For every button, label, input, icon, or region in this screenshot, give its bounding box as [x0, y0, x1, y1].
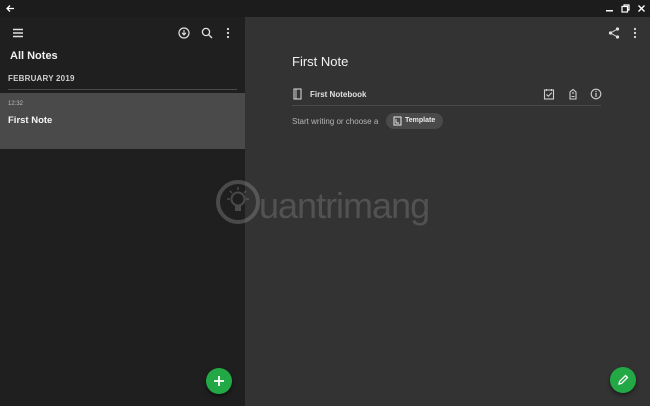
reminder-icon[interactable]	[543, 88, 555, 100]
note-list-title: First Note	[8, 115, 53, 126]
info-icon[interactable]	[590, 88, 602, 100]
notebook-icon	[292, 88, 303, 100]
close-icon[interactable]	[636, 3, 647, 14]
notebook-selector[interactable]: First Notebook	[310, 90, 366, 99]
list-item[interactable]: 12:32 First Note	[0, 93, 245, 149]
more-vert-icon[interactable]	[221, 26, 235, 40]
note-title[interactable]: First Note	[292, 54, 348, 69]
lightbulb-icon	[215, 179, 261, 225]
template-button[interactable]: Template	[386, 113, 443, 129]
back-arrow-icon[interactable]	[5, 3, 16, 14]
restore-icon[interactable]	[620, 3, 631, 14]
page-title: All Notes	[10, 50, 58, 62]
search-icon[interactable]	[200, 26, 214, 40]
template-button-label: Template	[405, 117, 436, 124]
share-icon[interactable]	[607, 26, 621, 40]
empty-note-prompt: Start writing or choose a	[292, 117, 379, 126]
pencil-icon	[616, 373, 630, 387]
more-vert-icon[interactable]	[628, 26, 642, 40]
divider	[8, 89, 237, 90]
template-icon	[393, 116, 402, 126]
note-timestamp: 12:32	[8, 101, 24, 107]
watermark-text: uantrimang	[259, 185, 430, 226]
minimize-icon[interactable]	[604, 3, 615, 14]
sync-icon[interactable]	[177, 26, 191, 40]
window-title-bar	[0, 0, 650, 17]
edit-note-button[interactable]	[610, 367, 636, 393]
hamburger-menu-icon[interactable]	[11, 26, 25, 40]
new-note-button[interactable]	[206, 368, 232, 394]
watermark-logo: uantrimang	[215, 175, 445, 235]
month-section-header: FEBRUARY 2019	[8, 74, 75, 83]
plus-icon	[212, 374, 226, 388]
note-list-panel: All Notes FEBRUARY 2019 12:32 First Note	[0, 17, 245, 406]
tag-icon[interactable]	[567, 88, 579, 100]
divider	[292, 105, 601, 106]
